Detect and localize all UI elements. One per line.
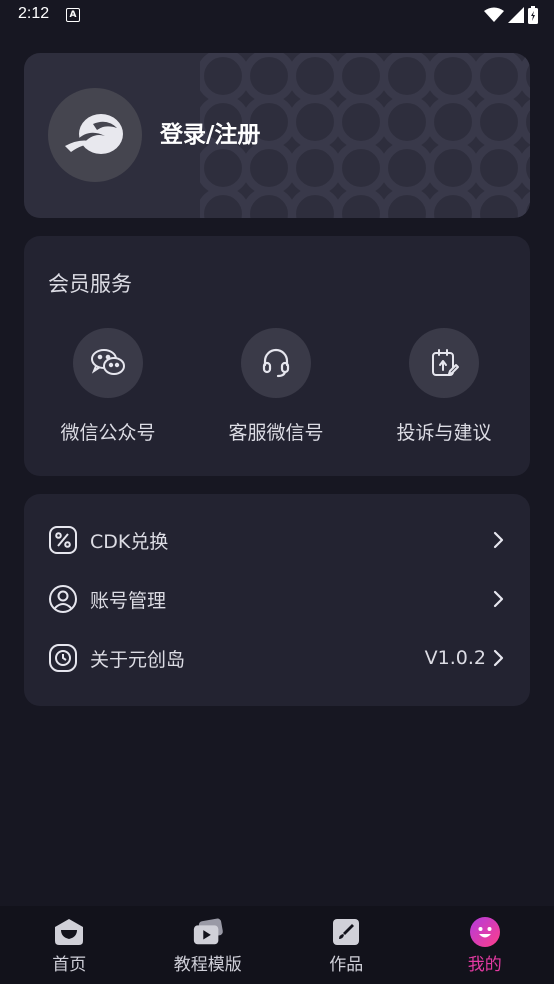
nav-item-works[interactable]: 作品 — [277, 906, 416, 984]
profile-icon — [469, 916, 501, 948]
nav-label: 作品 — [329, 955, 364, 975]
user-icon — [48, 584, 78, 614]
chevron-right-icon — [493, 531, 504, 549]
chevron-right-icon — [493, 649, 504, 667]
settings-row-about[interactable]: 关于元创岛 V1.0.2 — [48, 640, 506, 676]
works-icon — [330, 916, 362, 948]
feedback-icon — [432, 349, 459, 376]
nav-label: 我的 — [467, 955, 502, 975]
service-icon-circle — [241, 328, 311, 398]
settings-row-cdk[interactable]: CDK兑换 — [48, 522, 506, 558]
row-label: CDK兑换 — [90, 530, 169, 553]
service-wechat-official[interactable]: 微信公众号 — [24, 328, 192, 445]
nav-label: 首页 — [52, 955, 87, 975]
service-label: 投诉与建议 — [396, 422, 492, 444]
section-title: 会员服务 — [48, 272, 132, 296]
battery-icon — [528, 6, 538, 24]
signal-icon — [508, 7, 524, 23]
headset-icon — [262, 348, 290, 378]
nav-item-mine[interactable]: 我的 — [416, 906, 554, 984]
nav-label: 教程模版 — [173, 955, 242, 975]
settings-card: CDK兑换 账号管理 关于元创岛 V1.0.2 — [24, 494, 530, 706]
avatar[interactable] — [48, 88, 142, 182]
service-label: 微信公众号 — [60, 422, 156, 444]
status-icons — [484, 6, 538, 24]
chevron-right-icon — [493, 590, 504, 608]
row-label: 账号管理 — [90, 589, 167, 612]
member-services-card: 会员服务 微信公众号 客服微信号 投诉与建议 — [24, 236, 530, 476]
service-icon-circle — [409, 328, 479, 398]
profile-card[interactable]: 登录/注册 — [24, 53, 530, 218]
status-time: 2:12 — [18, 5, 50, 22]
service-label: 客服微信号 — [228, 422, 324, 444]
settings-row-account[interactable]: 账号管理 — [48, 581, 506, 617]
row-label: 关于元创岛 — [90, 648, 186, 671]
about-icon — [48, 643, 78, 673]
bottom-nav: 首页 教程模版 作品 我的 — [0, 906, 554, 984]
wifi-icon — [484, 7, 504, 22]
app-logo-icon — [65, 114, 123, 154]
tutorial-icon — [192, 916, 224, 948]
percent-icon — [48, 525, 78, 555]
login-register-link[interactable]: 登录/注册 — [160, 115, 260, 149]
services-row: 微信公众号 客服微信号 投诉与建议 — [24, 328, 530, 445]
home-icon — [53, 916, 85, 948]
service-customer-wechat[interactable]: 客服微信号 — [192, 328, 360, 445]
nav-item-home[interactable]: 首页 — [0, 906, 139, 984]
version-label: V1.0.2 — [424, 647, 486, 669]
notification-icon: A — [66, 8, 80, 22]
wechat-icon — [91, 349, 125, 375]
nav-item-tutorials[interactable]: 教程模版 — [139, 906, 278, 984]
status-bar: 2:12 A — [0, 0, 554, 32]
service-feedback[interactable]: 投诉与建议 — [360, 328, 528, 445]
service-icon-circle — [73, 328, 143, 398]
